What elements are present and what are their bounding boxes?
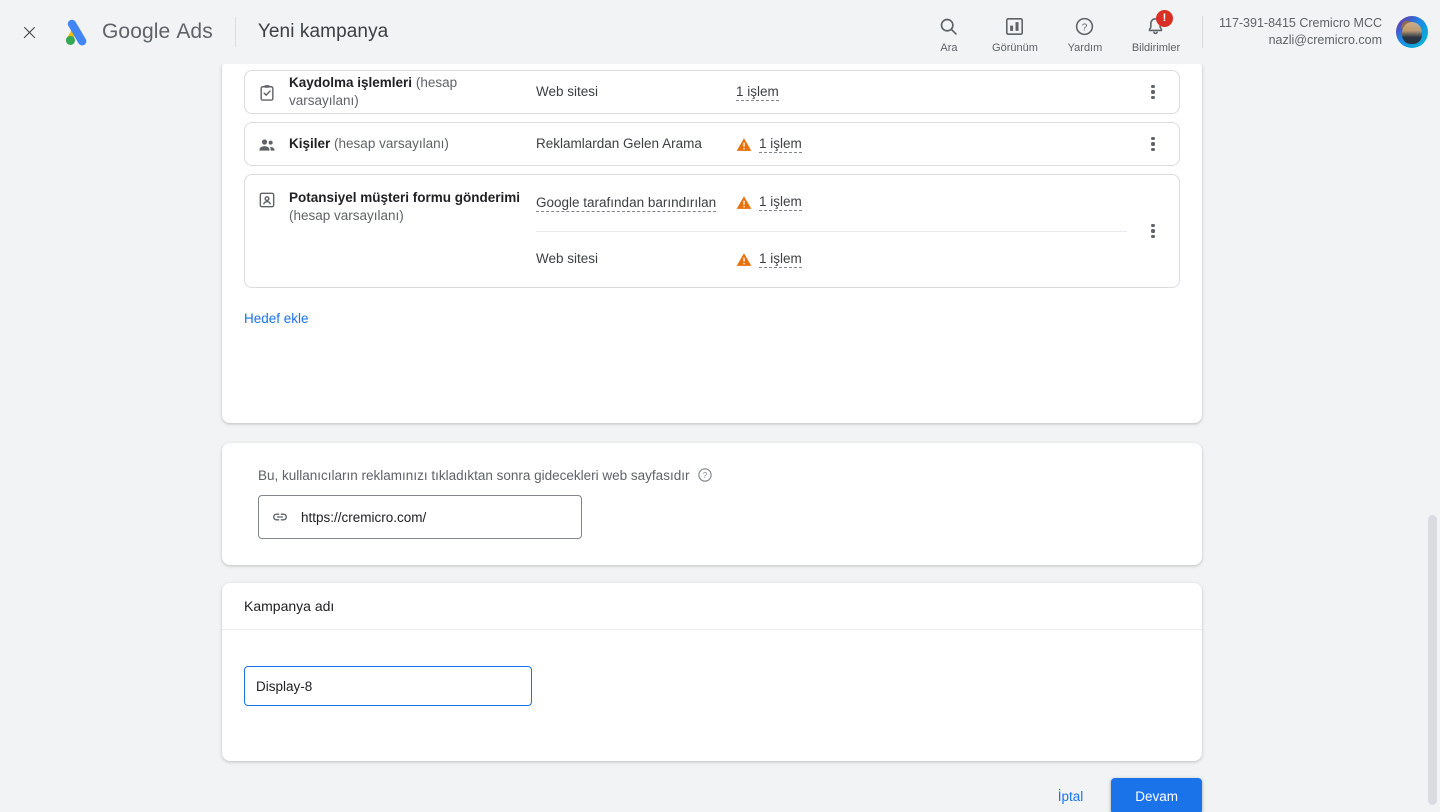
row-menu-button[interactable] [1127, 175, 1179, 287]
header-divider [234, 17, 236, 47]
goal-source-row: Reklamlardan Gelen Arama 1 işlem [536, 123, 1127, 165]
goal-action-count[interactable]: 1 işlem [736, 84, 779, 101]
account-id-name: 117-391-8415 Cremicro MCC [1218, 16, 1382, 30]
goal-title-suffix: (hesap varsayılanı) [334, 136, 449, 151]
warning-triangle-icon [736, 195, 752, 210]
add-goal-link[interactable]: Hedef ekle [244, 311, 309, 326]
notification-badge: ! [1155, 10, 1173, 27]
table-row[interactable]: Kişiler (hesap varsayılanı) Reklamlardan… [244, 122, 1180, 166]
search-label: Ara [940, 42, 958, 54]
app-header: Google Ads Yeni kampanya Ara Görünüm ? Y… [0, 0, 1440, 64]
goal-sources: Reklamlardan Gelen Arama 1 işlem [536, 123, 1127, 165]
account-info[interactable]: 117-391-8415 Cremicro MCC nazli@cremicro… [1219, 15, 1382, 49]
continue-button[interactable]: Devam [1111, 778, 1202, 812]
final-url-value: https://cremicro.com/ [301, 509, 427, 525]
people-icon [257, 135, 277, 155]
conversion-goals-card: Kaydolma işlemleri (hesap varsayılanı) W… [222, 64, 1202, 423]
campaign-name-input[interactable]: Display-8 [244, 666, 532, 706]
more-vert-icon [1144, 83, 1162, 101]
chart-view-icon [1004, 14, 1025, 38]
goal-action-count[interactable]: 1 işlem [736, 251, 802, 268]
final-url-description-text: Bu, kullanıcıların reklamınızı tıkladıkt… [258, 467, 690, 483]
goal-source-label: Web sitesi [536, 84, 599, 99]
main-content: Kaydolma işlemleri (hesap varsayılanı) W… [0, 64, 1440, 812]
help-button[interactable]: ? Yardım [1050, 10, 1120, 54]
goal-name-cell: Potansiyel müşteri formu gönderimi (hesa… [245, 175, 536, 287]
goal-source-row: Web sitesi 1 işlem [536, 71, 1127, 113]
footer-actions: İptal Devam [222, 770, 1202, 812]
account-email: nazli@cremicro.com [1268, 33, 1382, 47]
action-count-link[interactable]: 1 işlem [759, 251, 802, 268]
more-vert-icon [1144, 222, 1162, 240]
goal-source-label: Web sitesi [536, 251, 599, 267]
goal-source-label: Reklamlardan Gelen Arama [536, 136, 702, 151]
notifications-label: Bildirimler [1131, 42, 1181, 54]
goal-title: Kaydolma işlemleri (hesap varsayılanı) [289, 74, 528, 110]
help-circle-icon: ? [1074, 14, 1095, 38]
goal-source-label: Google tarafından barındırılan [536, 194, 717, 212]
goal-title-text: Kaydolma işlemleri [289, 75, 413, 90]
goal-action-count[interactable]: 1 işlem [736, 194, 802, 212]
avatar[interactable] [1396, 16, 1428, 48]
campaign-name-title: Kampanya adı [222, 583, 1202, 630]
final-url-card: Bu, kullanıcıların reklamınızı tıkladıkt… [222, 443, 1202, 565]
table-row[interactable]: Kaydolma işlemleri (hesap varsayılanı) W… [244, 70, 1180, 114]
view-button[interactable]: Görünüm [980, 10, 1050, 54]
page-title: Yeni kampanya [257, 21, 389, 42]
brand-google-text: Google [102, 20, 171, 43]
close-button[interactable] [9, 12, 49, 52]
goal-sources: Google tarafından barındırılan 1 işlem W… [536, 175, 1127, 287]
brand-ads-text: Ads [176, 20, 213, 43]
action-count-link[interactable]: 1 işlem [759, 194, 802, 212]
notifications-button[interactable]: ! Bildirimler [1120, 10, 1192, 54]
goal-action-count[interactable]: 1 işlem [736, 136, 802, 153]
table-row[interactable]: Potansiyel müşteri formu gönderimi (hesa… [244, 174, 1180, 288]
header-actions: Ara Görünüm ? Yardım ! Bildirimler 117-3… [918, 0, 1440, 64]
cancel-button[interactable]: İptal [1042, 778, 1100, 812]
more-vert-icon [1144, 135, 1162, 153]
warning-triangle-icon [736, 252, 752, 267]
search-icon [938, 14, 959, 38]
warning-triangle-icon [736, 137, 752, 152]
goal-sources: Web sitesi 1 işlem [536, 71, 1127, 113]
final-url-input[interactable]: https://cremicro.com/ [258, 495, 582, 539]
row-menu-button[interactable] [1127, 71, 1179, 113]
clipboard-check-icon [257, 83, 277, 103]
help-circle-icon[interactable]: ? [697, 467, 713, 483]
goal-name-cell: Kaydolma işlemleri (hesap varsayılanı) [245, 71, 536, 113]
help-label: Yardım [1067, 42, 1103, 54]
goal-name-cell: Kişiler (hesap varsayılanı) [245, 123, 536, 165]
goal-title-text: Potansiyel müşteri formu gönderimi [289, 190, 521, 205]
svg-text:?: ? [1082, 22, 1088, 33]
close-icon [22, 25, 37, 40]
brand-logo-group[interactable]: Google Ads [61, 17, 213, 47]
contact-badge-icon [257, 190, 277, 210]
goal-title: Kişiler (hesap varsayılanı) [289, 135, 449, 153]
view-label: Görünüm [992, 42, 1038, 54]
goal-source-row: Web sitesi 1 işlem [536, 230, 1127, 288]
goal-source-label-wrapper[interactable]: Google tarafından barındırılan [536, 194, 736, 212]
final-url-description: Bu, kullanıcıların reklamınızı tıkladıkt… [222, 443, 1202, 483]
goal-title: Potansiyel müşteri formu gönderimi [289, 189, 520, 207]
campaign-name-card: Kampanya adı Display-8 [222, 583, 1202, 761]
goal-subtitle: (hesap varsayılanı) [289, 208, 404, 223]
link-icon [271, 508, 289, 526]
svg-text:?: ? [703, 471, 708, 480]
vertical-scrollbar[interactable] [1425, 64, 1440, 812]
search-button[interactable]: Ara [918, 10, 980, 54]
campaign-name-value: Display-8 [256, 678, 313, 694]
goal-title-text: Kişiler [289, 136, 331, 151]
action-count-link[interactable]: 1 işlem [736, 84, 779, 101]
account-divider [1201, 16, 1203, 48]
row-menu-button[interactable] [1127, 123, 1179, 165]
google-ads-logo-icon [65, 19, 87, 46]
goal-source-row: Google tarafından barındırılan 1 işlem [536, 175, 1127, 231]
scrollbar-thumb[interactable] [1428, 515, 1437, 805]
conversion-goal-list: Kaydolma işlemleri (hesap varsayılanı) W… [222, 64, 1202, 288]
action-count-link[interactable]: 1 işlem [759, 136, 802, 153]
